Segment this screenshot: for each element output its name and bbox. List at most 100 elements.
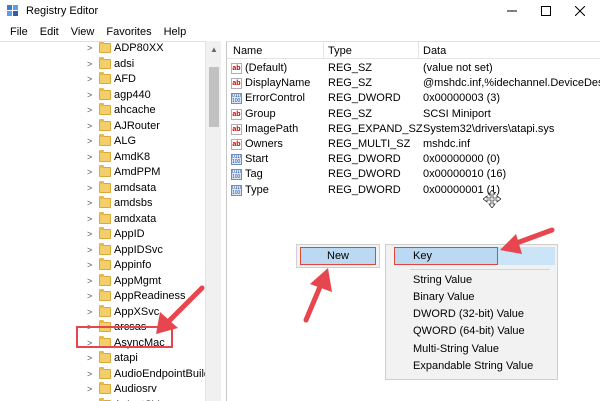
folder-icon xyxy=(99,227,111,239)
registry-editor-icon xyxy=(7,5,18,16)
expand-chevron-icon[interactable]: > xyxy=(87,90,92,100)
expand-chevron-icon[interactable]: > xyxy=(87,74,92,84)
tree-item[interactable]: > AudioEndpointBuilder xyxy=(0,366,220,383)
expand-chevron-icon[interactable]: > xyxy=(87,369,92,379)
menu-bar: File Edit View Favorites Help xyxy=(0,22,600,41)
arrow-to-atapi-icon xyxy=(156,285,205,334)
tree-item[interactable]: > ALG xyxy=(0,133,205,150)
expand-chevron-icon[interactable]: > xyxy=(87,307,92,317)
tree-item[interactable]: > Appinfo xyxy=(0,257,205,274)
tree-item[interactable]: > amdsbs xyxy=(0,195,205,212)
menu-new[interactable]: New xyxy=(300,247,376,265)
value-type: REG_DWORD xyxy=(328,168,401,181)
scroll-thumb[interactable] xyxy=(209,67,219,127)
value-name: (Default) xyxy=(245,62,288,74)
submenu-binary-value[interactable]: Binary Value xyxy=(413,291,475,303)
tree-item-label: ahcache xyxy=(114,104,156,116)
expand-chevron-icon[interactable]: > xyxy=(87,136,92,146)
scroll-up-icon[interactable]: ▲ xyxy=(206,41,222,58)
close-button[interactable] xyxy=(560,0,600,22)
expand-chevron-icon[interactable]: > xyxy=(87,291,92,301)
expand-chevron-icon[interactable]: > xyxy=(87,214,92,224)
submenu-string-value[interactable]: String Value xyxy=(413,274,472,286)
expand-chevron-icon[interactable]: > xyxy=(87,105,92,115)
menu-file[interactable]: File xyxy=(4,26,34,38)
expand-chevron-icon[interactable]: > xyxy=(87,59,92,69)
value-name: ErrorControl xyxy=(245,92,305,105)
value-row[interactable]: 0110 1001Tag REG_DWORD 0x00000010 (16) xyxy=(227,167,600,182)
expand-chevron-icon[interactable]: > xyxy=(87,43,92,53)
menu-edit[interactable]: Edit xyxy=(34,26,65,38)
tree-item[interactable]: > AJRouter xyxy=(0,118,205,135)
expand-chevron-icon[interactable]: > xyxy=(87,198,92,208)
menu-favorites[interactable]: Favorites xyxy=(100,26,157,38)
expand-chevron-icon[interactable]: > xyxy=(87,167,92,177)
arrow-to-key-icon xyxy=(500,227,555,254)
maximize-icon xyxy=(541,6,551,16)
expand-chevron-icon[interactable]: > xyxy=(87,260,92,270)
value-row[interactable]: 0110 1001Start REG_DWORD 0x00000000 (0) xyxy=(227,152,600,167)
folder-icon xyxy=(99,242,111,255)
column-data[interactable]: Data xyxy=(423,45,446,57)
tree-item[interactable]: > agp440 xyxy=(0,87,205,104)
tree-item[interactable]: > AmdK8 xyxy=(0,149,205,166)
submenu-expandable-string-value[interactable]: Expandable String Value xyxy=(413,360,533,372)
expand-chevron-icon[interactable]: > xyxy=(87,183,92,193)
value-name: Tag xyxy=(245,168,263,181)
folder-icon xyxy=(99,87,111,100)
value-data: 0x00000001 (1) xyxy=(423,183,501,196)
tree-item[interactable]: > AppID xyxy=(0,226,205,243)
tree-item[interactable]: > AmdPPM xyxy=(0,164,205,181)
value-row[interactable]: 0110 1001ErrorControl REG_DWORD 0x00000003… xyxy=(227,91,600,106)
value-data: 0x00000000 (0) xyxy=(423,153,501,166)
tree-item-label: AJRouter xyxy=(114,119,160,132)
folder-icon xyxy=(99,165,111,177)
tree-item[interactable]: > amdxata xyxy=(0,211,205,228)
value-row[interactable]: ab Group REG_SZ SCSI Miniport xyxy=(227,107,600,122)
value-row[interactable]: 0110 1001Type REG_DWORD 0x00000001 (1) xyxy=(227,183,600,198)
minimize-icon xyxy=(507,10,517,12)
value-name: Type xyxy=(245,183,269,196)
binary-value-icon: 0110 1001 xyxy=(231,169,242,181)
folder-icon xyxy=(99,366,111,379)
column-type[interactable]: Type xyxy=(328,45,352,57)
expand-chevron-icon[interactable]: > xyxy=(87,152,92,162)
tree-item-label: AppIDSvc xyxy=(114,243,163,256)
value-row[interactable]: ab (Default) REG_SZ (value not set) xyxy=(227,61,600,76)
tree-item-label: adsi xyxy=(114,57,135,70)
tree-item[interactable]: >AxInstSV xyxy=(0,397,205,401)
value-row[interactable]: ab ImagePath REG_EXPAND_SZ System32\drivers… xyxy=(227,122,600,137)
expand-chevron-icon[interactable]: > xyxy=(87,121,92,131)
value-row[interactable]: ab DisplayName REG_SZ @mshdc.inf,%idechanne… xyxy=(227,76,600,91)
value-data: SCSI Miniport xyxy=(423,107,491,120)
folder-icon xyxy=(99,180,111,193)
submenu-qword-value[interactable]: QWORD (64-bit) Value xyxy=(413,325,525,337)
tree-item[interactable]: > amdsata xyxy=(0,180,205,197)
tree-item-label: atapi xyxy=(114,352,138,364)
tree-item-label: AppID xyxy=(114,228,145,240)
tree-item[interactable]: > Audiosrv xyxy=(0,381,205,398)
tree-item[interactable]: > AFD xyxy=(0,71,205,88)
expand-chevron-icon[interactable]: > xyxy=(87,276,92,286)
submenu-key[interactable]: Key xyxy=(394,247,498,265)
tree-item[interactable]: > adsi xyxy=(0,56,205,73)
folder-icon xyxy=(99,382,111,394)
submenu-multi-string-value[interactable]: Multi-String Value xyxy=(413,343,499,355)
menu-view[interactable]: View xyxy=(65,26,101,38)
tree-item[interactable]: > AppIDSvc xyxy=(0,242,205,259)
folder-icon xyxy=(99,304,111,317)
expand-chevron-icon[interactable]: > xyxy=(87,245,92,255)
tree-scrollbar[interactable]: ▲ xyxy=(205,41,221,401)
expand-chevron-icon[interactable]: > xyxy=(87,384,92,394)
context-menu: New xyxy=(296,244,380,268)
value-row[interactable]: ab Owners REG_MULTI_SZ mshdc.inf xyxy=(227,137,600,152)
tree-item[interactable]: > atapi xyxy=(0,350,205,367)
expand-chevron-icon[interactable]: > xyxy=(87,353,92,363)
menu-help[interactable]: Help xyxy=(158,26,193,38)
move-cursor-icon xyxy=(483,190,501,208)
close-icon xyxy=(575,6,585,16)
submenu-dword-value[interactable]: DWORD (32-bit) Value xyxy=(413,308,524,320)
tree-item[interactable]: > ahcache xyxy=(0,102,205,119)
expand-chevron-icon[interactable]: > xyxy=(87,229,92,239)
column-name[interactable]: Name xyxy=(233,45,262,57)
